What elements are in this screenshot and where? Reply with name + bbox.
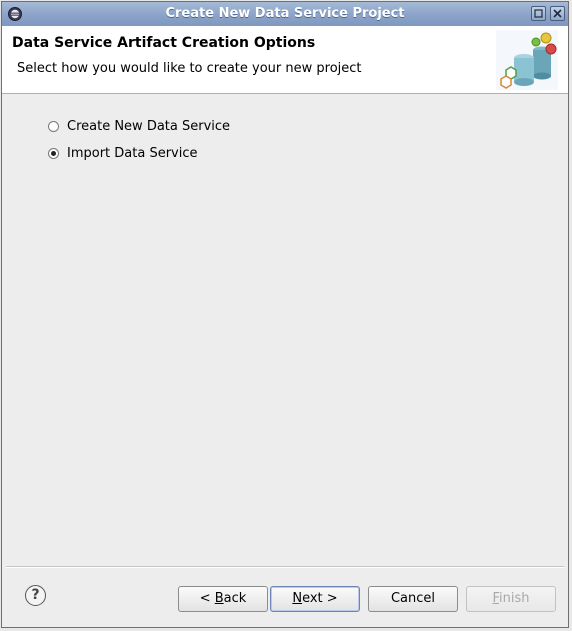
next-label-rest: ext > [302,591,338,606]
radio-import[interactable] [48,147,59,159]
wizard-content: Create New Data Service Import Data Serv… [2,94,568,564]
back-label-rest: ack [223,591,247,606]
page-title: Data Service Artifact Creation Options [12,35,316,51]
option-label[interactable]: Import Data Service [67,146,198,161]
help-button[interactable]: ? [25,585,46,606]
cancel-button[interactable]: Cancel [368,586,458,612]
window-title: Create New Data Service Project [165,6,405,21]
next-mnemonic: N [292,591,303,606]
data-service-wizard-banner-icon [496,30,558,90]
wizard-dialog: Create New Data Service Project Data Ser… [1,1,569,628]
wizard-header: Data Service Artifact Creation Options S… [2,26,568,94]
back-button[interactable]: < Back [178,586,268,612]
maximize-icon [534,9,543,18]
help-icon: ? [31,587,40,603]
close-icon [553,9,562,18]
option-label[interactable]: Create New Data Service [67,119,230,134]
option-import[interactable]: Import Data Service [48,144,198,162]
title-bar[interactable]: Create New Data Service Project [2,2,568,27]
back-mnemonic: B [214,591,224,606]
maximize-button[interactable] [531,6,546,21]
page-description: Select how you would like to create your… [17,61,362,76]
finish-button[interactable]: Finish [466,586,556,612]
next-button[interactable]: Next > [270,586,360,612]
close-button[interactable] [550,6,565,21]
radio-create-new[interactable] [48,120,59,132]
footer-separator [6,566,564,568]
back-label-prefix: < [199,591,215,606]
finish-label-rest: inish [499,591,530,606]
option-create-new[interactable]: Create New Data Service [48,117,230,135]
